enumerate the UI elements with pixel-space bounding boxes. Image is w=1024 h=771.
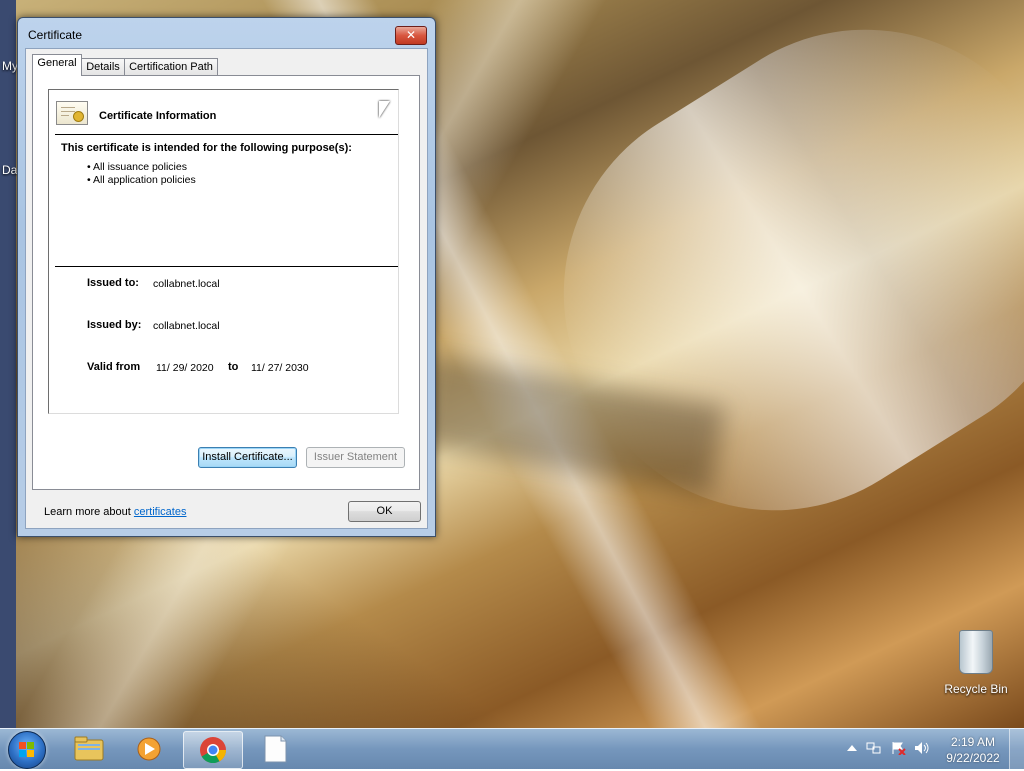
certificate-info-box: Certificate Information This certificate… — [48, 89, 399, 414]
learn-more-text: Learn more about — [44, 506, 131, 518]
taskbar-document-button[interactable] — [246, 731, 304, 767]
issuer-statement-button[interactable]: Issuer Statement — [306, 447, 405, 468]
tab-details[interactable]: Details — [81, 58, 125, 75]
issued-by-label: Issued by: — [87, 319, 142, 331]
desktop-icon-label-my[interactable]: My — [2, 59, 18, 73]
issued-by-value[interactable]: collabnet.local — [153, 320, 220, 332]
action-center-icon[interactable] — [891, 741, 906, 756]
mouse-pointer-icon — [379, 101, 390, 118]
volume-icon[interactable] — [914, 741, 929, 755]
dialog-title: Certificate — [28, 28, 83, 42]
purpose-title: This certificate is intended for the fol… — [61, 142, 352, 154]
valid-from-value[interactable]: 11/ 29/ 2020 — [156, 362, 214, 374]
issued-to-value[interactable]: collabnet.local — [153, 278, 220, 290]
certificate-dialog: Certificate ✕ General Details Certificat… — [17, 17, 436, 537]
show-desktop-button[interactable] — [1009, 729, 1024, 769]
purpose-item: • All issuance policies — [87, 161, 187, 173]
taskbar: 2:19 AM 9/22/2022 — [0, 728, 1024, 769]
start-button[interactable] — [8, 731, 46, 769]
taskbar-clock[interactable]: 2:19 AM 9/22/2022 — [940, 734, 1006, 766]
taskbar-explorer-button[interactable] — [60, 731, 118, 767]
clock-date: 9/22/2022 — [946, 751, 1000, 765]
taskbar-media-player-button[interactable] — [120, 731, 178, 767]
taskbar-chrome-button[interactable] — [183, 731, 243, 769]
chrome-icon — [200, 737, 227, 764]
close-icon: ✕ — [405, 28, 417, 42]
certificates-link[interactable]: certificates — [134, 506, 187, 518]
valid-to-label: to — [228, 361, 239, 373]
tab-certification-path[interactable]: Certification Path — [124, 58, 218, 75]
learn-more-line: Learn more about certificates — [44, 506, 186, 518]
dialog-titlebar[interactable]: Certificate ✕ — [18, 18, 435, 48]
close-button[interactable]: ✕ — [395, 26, 427, 45]
details-divider — [55, 266, 398, 267]
valid-from-label: Valid from — [87, 361, 141, 373]
media-player-icon — [137, 737, 161, 761]
show-hidden-icons-icon[interactable] — [845, 741, 859, 755]
windows-logo-icon — [19, 742, 35, 758]
install-certificate-button[interactable]: Install Certificate... — [198, 447, 297, 468]
recycle-bin-icon — [959, 630, 993, 674]
recycle-bin-shortcut[interactable]: Recycle Bin — [936, 630, 1016, 696]
dialog-client-area: General Details Certification Path Certi… — [25, 48, 428, 529]
certificate-info-heading: Certificate Information — [99, 110, 217, 122]
heading-divider — [55, 134, 398, 135]
purpose-item: • All application policies — [87, 174, 196, 186]
clock-time: 2:19 AM — [950, 735, 996, 749]
certificate-icon — [56, 101, 88, 125]
valid-to-value[interactable]: 11/ 27/ 2030 — [251, 362, 309, 374]
desktop-icon-label-da[interactable]: Da — [2, 163, 17, 177]
desktop-icon-strip — [0, 0, 16, 728]
general-tab-panel: Certificate Information This certificate… — [32, 75, 420, 518]
tab-general[interactable]: General — [32, 54, 82, 76]
wallpaper-highlight — [488, 0, 1024, 586]
issued-to-label: Issued to: — [87, 277, 139, 289]
ok-button[interactable]: OK — [348, 501, 421, 522]
recycle-bin-label: Recycle Bin — [944, 682, 1008, 696]
folder-icon — [74, 736, 104, 761]
document-icon — [264, 735, 287, 763]
network-icon[interactable] — [866, 741, 881, 755]
